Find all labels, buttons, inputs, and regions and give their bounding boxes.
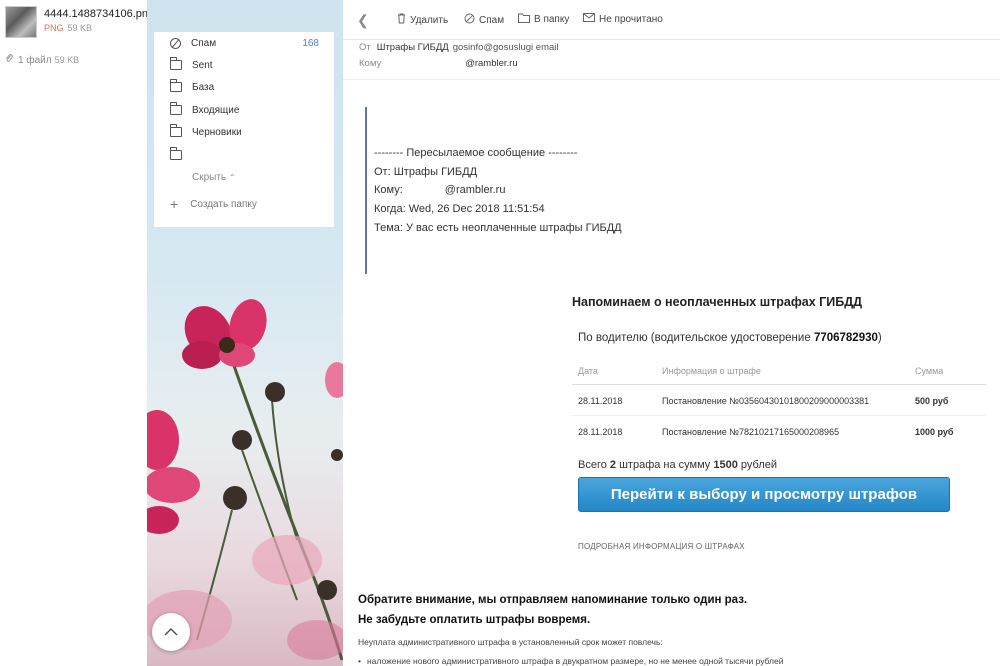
create-folder-button[interactable]: + Создать папку xyxy=(170,196,257,212)
attachment-thumbnail[interactable] xyxy=(5,6,37,38)
chevron-up-icon xyxy=(164,627,178,636)
spam-count-badge: 168 xyxy=(302,38,319,49)
trash-icon xyxy=(397,13,406,27)
folder-item-inbox[interactable]: Входящие xyxy=(169,101,240,119)
folder-icon xyxy=(169,102,182,115)
folder-item-baza[interactable]: База xyxy=(169,78,215,96)
spam-icon xyxy=(464,13,475,27)
column-header-info: Информация о штрафе xyxy=(662,366,761,376)
folder-label: Входящие xyxy=(192,104,240,116)
folder-label: База xyxy=(192,81,215,93)
folder-menu: Спам 168 Sent База Входящие Черновики Ск… xyxy=(154,32,334,227)
warning-line-1: Обратите внимание, мы отправляем напомин… xyxy=(358,594,748,606)
warning-bullet: наложение нового административного штраф… xyxy=(358,656,783,666)
attachment-count[interactable]: 1 файл 59 KB xyxy=(5,53,79,66)
total-prefix: Всего xyxy=(578,459,607,471)
folder-item-spam[interactable]: Спам xyxy=(170,34,216,52)
folder-item-unnamed[interactable] xyxy=(169,146,192,164)
sender-name[interactable]: Штрафы ГИБДД xyxy=(377,42,449,53)
message-toolbar: ❮ Удалить Спам В папку Не прочитано xyxy=(343,0,1000,40)
move-to-folder-button[interactable]: В папку xyxy=(518,13,569,26)
folder-icon xyxy=(169,57,182,70)
license-number: 7706782930 xyxy=(813,332,878,344)
folder-label: Sent xyxy=(192,59,213,71)
folder-item-drafts[interactable]: Черновики xyxy=(169,123,242,141)
folder-icon xyxy=(169,124,182,137)
quote-bar xyxy=(365,107,367,274)
warning-text: Неуплата административного штрафа в уста… xyxy=(358,637,663,647)
fines-total: Всего 2 штрафа на сумму 1500 рублей xyxy=(578,459,777,471)
fine-info: Постановление №78210217165000208965 xyxy=(662,427,840,437)
to-label: Кому xyxy=(359,58,382,69)
header-to: Кому @rambler.ru xyxy=(359,58,518,69)
table-row: 28.11.2018 Постановление №03560430101800… xyxy=(572,385,986,415)
total-suffix: рублей xyxy=(740,459,778,471)
message-body: -------- Пересылаемое сообщение --------… xyxy=(343,81,1000,666)
attachment-count-size: 59 KB xyxy=(54,55,80,65)
paperclip-icon xyxy=(5,53,14,66)
folder-label: Спам xyxy=(191,37,217,49)
attachment-panel: 4444.1488734106.png PNG 59 KB 1 файл 59 KB xyxy=(0,0,154,666)
fine-sum: 500 руб xyxy=(915,396,949,406)
create-folder-label: Создать папку xyxy=(190,198,257,210)
fine-date: 28.11.2018 xyxy=(578,396,623,406)
attachment-ext: PNG xyxy=(44,23,64,33)
attachment-filename[interactable]: 4444.1488734106.png xyxy=(44,8,154,20)
forwarded-to-label: Кому: xyxy=(374,184,403,196)
view-fines-button[interactable]: Перейти к выбору и просмотру штрафов xyxy=(578,477,950,512)
warning-line-2: Не забудьте оплатить штрафы вовремя. xyxy=(358,614,591,626)
folder-item-sent[interactable]: Sent xyxy=(169,56,213,74)
forwarded-subject: Тема: У вас есть неоплаченные штрафы ГИБ… xyxy=(374,222,622,234)
forwarded-to-value[interactable]: @rambler.ru xyxy=(445,184,506,196)
attachment-meta: PNG 59 KB xyxy=(44,23,92,33)
attachment-count-label: 1 файл xyxy=(18,55,52,66)
hide-folders-link[interactable]: Скрыть ⌃ xyxy=(192,172,236,183)
hide-label: Скрыть xyxy=(192,172,227,183)
header-from: От Штрафы ГИБДД gosinfo@gosuslugi email xyxy=(359,42,559,53)
mark-unread-button[interactable]: Не прочитано xyxy=(583,13,663,25)
notice-title: Напоминаем о неоплаченных штрафах ГИБДД xyxy=(572,295,863,309)
from-label: От xyxy=(359,42,371,53)
spam-button[interactable]: Спам xyxy=(464,13,504,27)
envelope-icon xyxy=(583,13,595,25)
forwarded-to: Кому: @rambler.ru xyxy=(374,184,505,196)
fines-table: Дата Информация о штрафе Сумма 28.11.201… xyxy=(572,355,986,445)
folder-icon xyxy=(169,147,182,160)
plus-icon: + xyxy=(170,196,179,212)
driver-suffix: ) xyxy=(877,332,882,344)
forwarded-date: Когда: Wed, 26 Dec 2018 11:51:54 xyxy=(374,203,545,215)
message-header: От Штрафы ГИБДД gosinfo@gosuslugi email Ко… xyxy=(343,40,1000,80)
spam-icon xyxy=(170,37,181,49)
attachment-size: 59 KB xyxy=(67,23,93,33)
back-chevron-icon[interactable]: ❮ xyxy=(357,12,369,29)
delete-label: Удалить xyxy=(410,14,449,26)
chevron-up-icon: ⌃ xyxy=(228,173,236,182)
fine-details-link[interactable]: ПОДРОБНАЯ ИНФОРМАЦИЯ О ШТРАФАХ xyxy=(578,542,745,551)
table-header: Дата Информация о штрафе Сумма xyxy=(572,355,986,385)
table-row: 28.11.2018 Постановление №78210217165000… xyxy=(572,415,986,445)
fine-date: 28.11.2018 xyxy=(578,427,623,437)
total-count: 2 xyxy=(609,459,617,471)
folder-icon xyxy=(518,13,530,26)
folder-icon xyxy=(169,79,182,92)
folder-label: Черновики xyxy=(192,126,242,138)
column-header-sum: Сумма xyxy=(915,366,944,376)
scroll-to-top-button[interactable] xyxy=(152,613,190,651)
move-to-folder-label: В папку xyxy=(534,14,570,25)
spam-label: Спам xyxy=(479,14,505,26)
delete-button[interactable]: Удалить xyxy=(397,13,448,27)
fine-info: Постановление №0356043010180020900000338… xyxy=(662,396,870,406)
mark-unread-label: Не прочитано xyxy=(599,13,663,25)
sender-email[interactable]: gosinfo@gosuslugi email xyxy=(453,42,559,53)
forwarded-from: От: Штрафы ГИБДД xyxy=(374,166,478,178)
column-header-date: Дата xyxy=(578,366,598,376)
total-sum: 1500 xyxy=(713,459,738,471)
forwarded-separator: -------- Пересылаемое сообщение -------- xyxy=(374,147,578,159)
fine-sum: 1000 руб xyxy=(915,427,954,437)
driver-prefix: По водителю (водительское удостоверение xyxy=(578,332,811,344)
total-mid: штрафа на сумму xyxy=(619,459,711,471)
recipient[interactable]: @rambler.ru xyxy=(465,58,517,69)
driver-info: По водителю (водительское удостоверение … xyxy=(578,332,882,344)
